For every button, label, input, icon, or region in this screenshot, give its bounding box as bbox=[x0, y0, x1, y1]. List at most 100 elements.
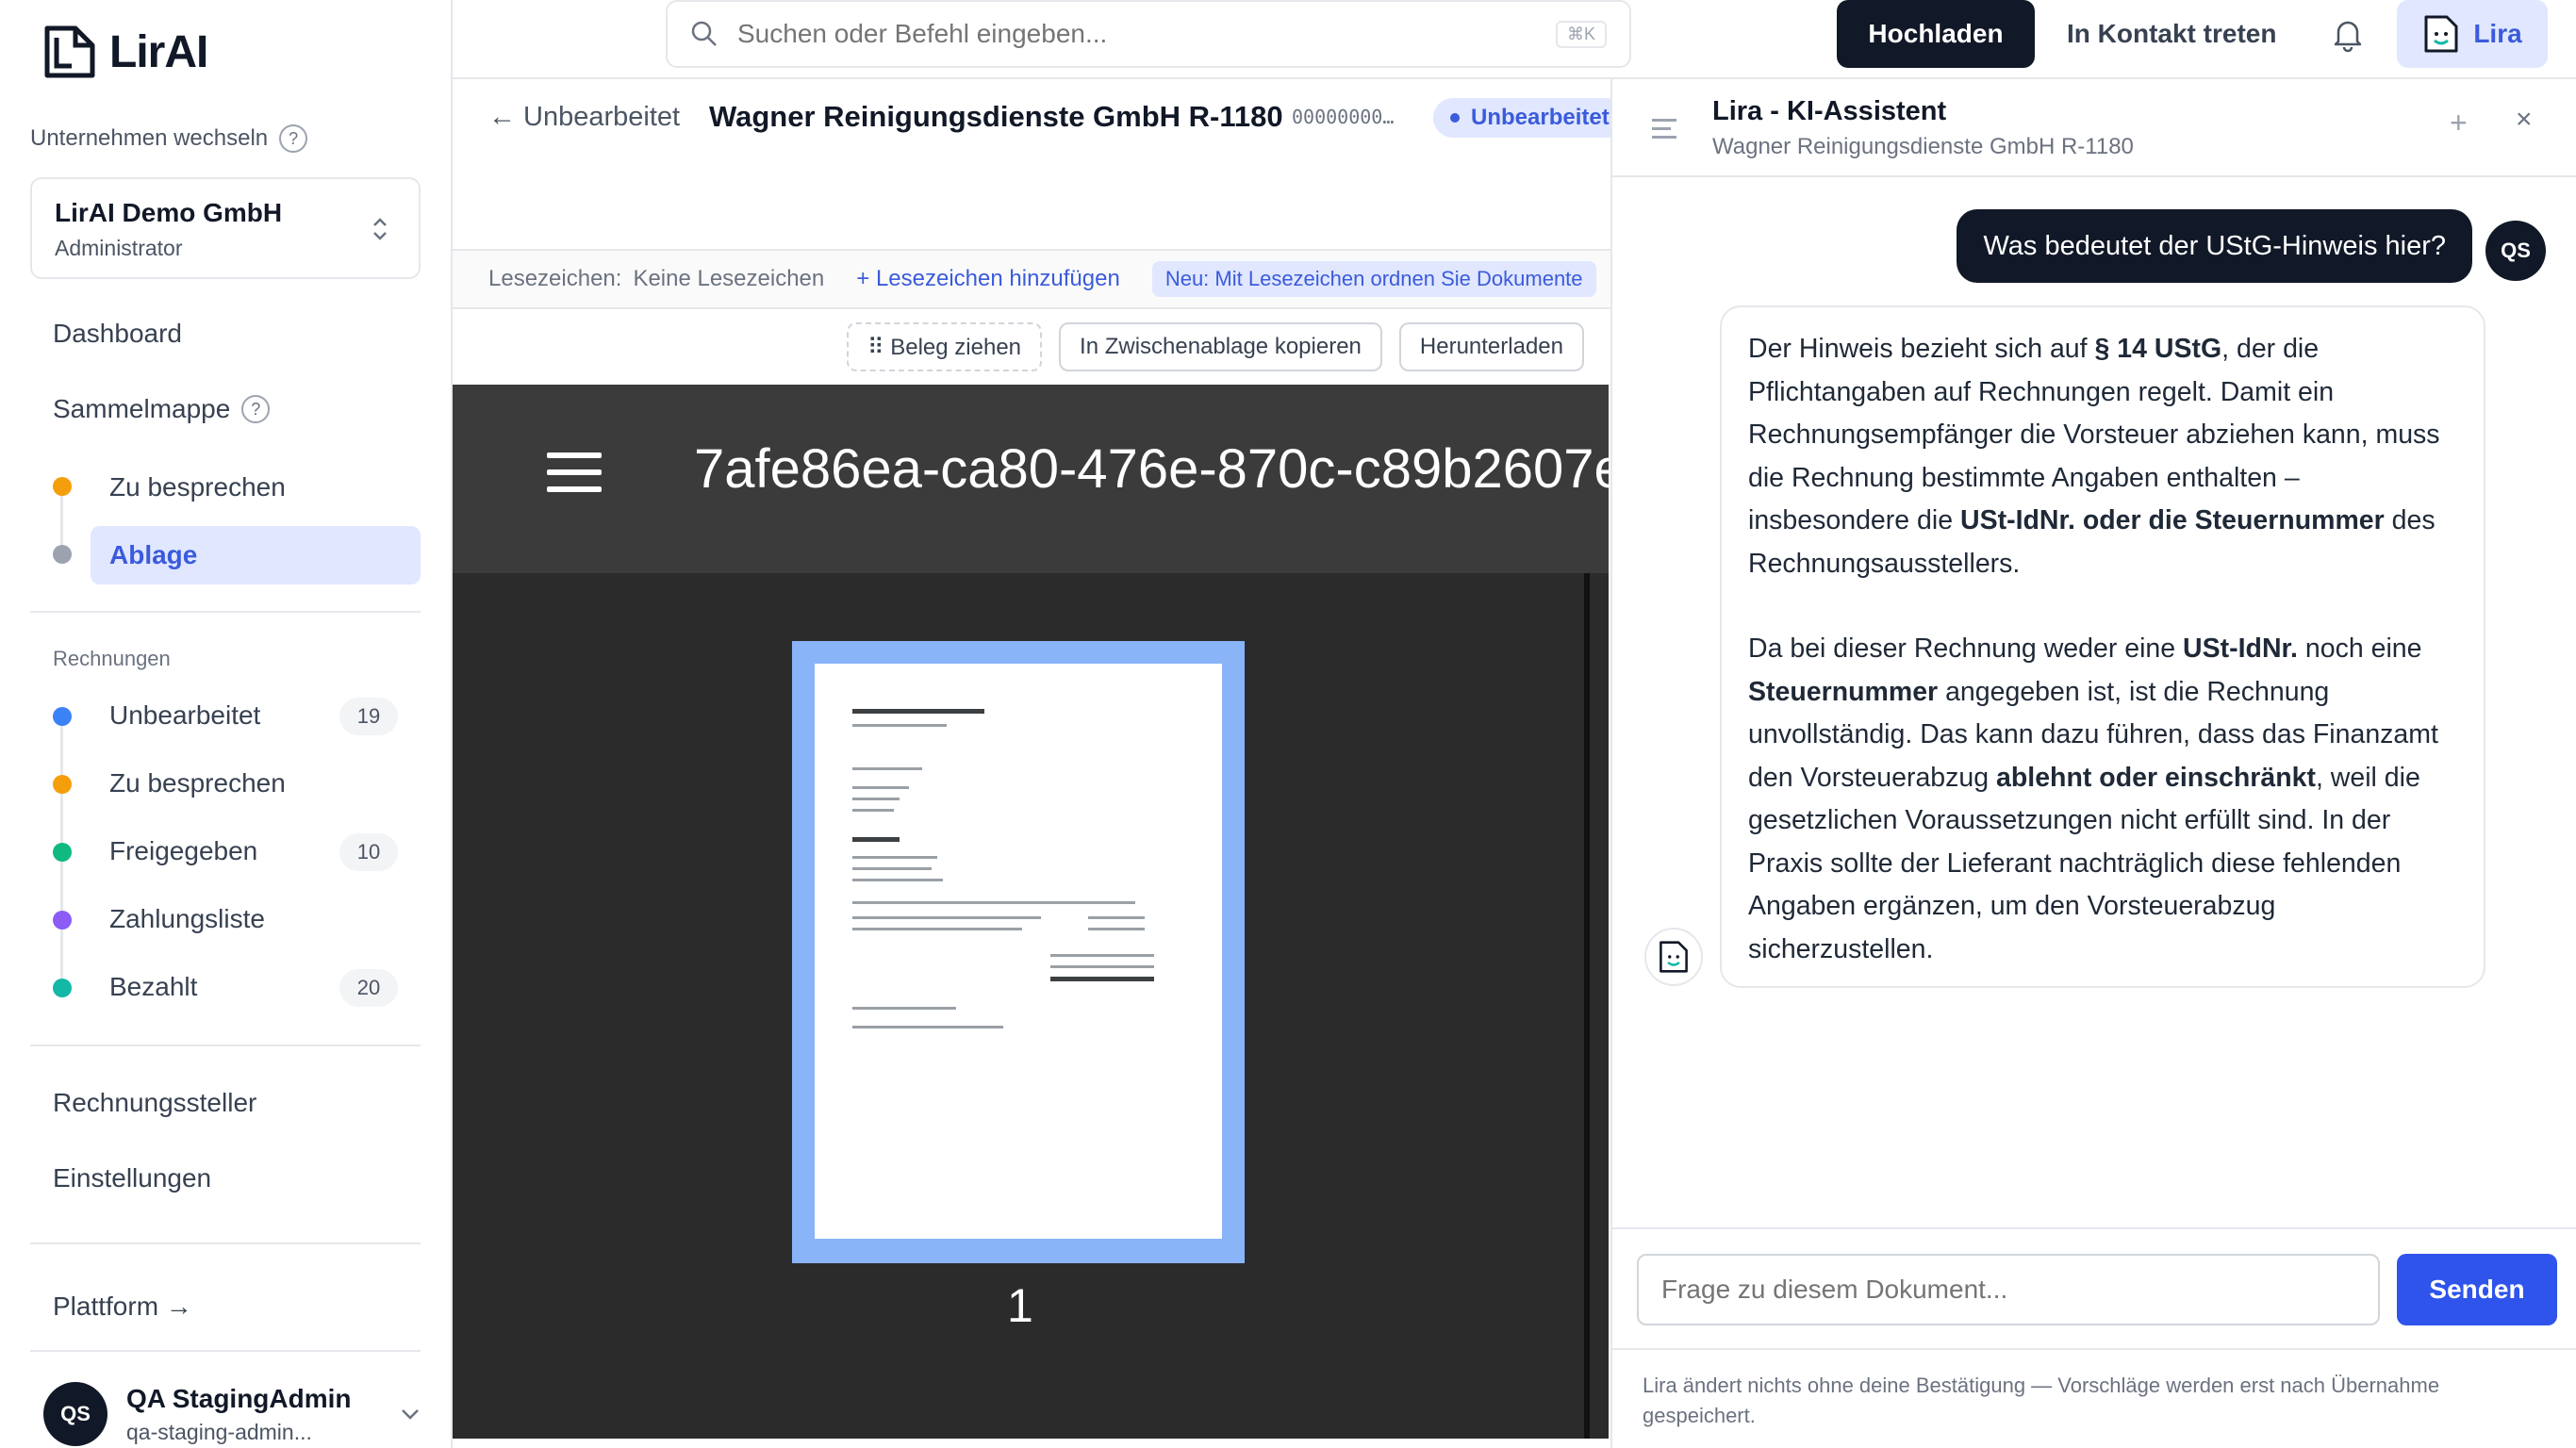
lira-button[interactable]: Lira bbox=[2397, 0, 2548, 68]
section-invoices: Rechnungen bbox=[53, 647, 171, 670]
nav-collection[interactable]: Sammelmappe ? bbox=[53, 394, 271, 424]
logo-icon bbox=[44, 25, 95, 78]
user-message: Was bedeutet der UStG-Hinweis hier? bbox=[1957, 209, 2472, 283]
top-bar: ⌘K Hochladen In Kontakt treten Lira bbox=[453, 0, 2576, 79]
answer-emphasis: § 14 UStG bbox=[2094, 334, 2222, 364]
user-menu[interactable]: QS QA StagingAdmin qa-staging-admin... bbox=[43, 1382, 421, 1446]
avatar: QS bbox=[43, 1382, 107, 1446]
status-dot-review bbox=[53, 477, 72, 496]
close-icon[interactable]: × bbox=[2516, 104, 2533, 136]
app-root: LirAI Unternehmen wechseln ? LirAI Demo … bbox=[0, 0, 2576, 1448]
new-chat-icon[interactable]: + bbox=[2450, 106, 2468, 140]
company-role: Administrator bbox=[55, 236, 183, 260]
lira-button-label: Lira bbox=[2473, 19, 2522, 48]
search-input[interactable] bbox=[737, 19, 1537, 49]
answer-emphasis: Steuernummer bbox=[1748, 676, 1939, 707]
status-dot-paid bbox=[53, 979, 72, 997]
divider bbox=[30, 611, 421, 613]
invoice-item-label: Freigegeben bbox=[109, 836, 258, 865]
chat-input[interactable] bbox=[1637, 1254, 2380, 1325]
document-toolbar: ⠿ Beleg ziehen In Zwischenablage kopiere… bbox=[453, 311, 1610, 383]
assistant-avatar bbox=[1644, 928, 1703, 986]
copy-to-clipboard-button[interactable]: In Zwischenablage kopieren bbox=[1059, 322, 1382, 371]
nav-settings[interactable]: Einstellungen bbox=[53, 1163, 211, 1193]
menu-icon[interactable] bbox=[547, 452, 602, 492]
answer-paragraph-1: Der Hinweis bezieht sich auf § 14 UStG, … bbox=[1748, 328, 2457, 585]
answer-text: Da bei dieser Rechnung weder eine bbox=[1748, 634, 2184, 664]
page-preview bbox=[815, 664, 1222, 1239]
divider bbox=[30, 1242, 421, 1244]
status-dot-approved bbox=[53, 843, 72, 862]
switch-company-label: Unternehmen wechseln ? bbox=[30, 124, 308, 153]
history-icon[interactable] bbox=[1652, 119, 1676, 144]
shortcut-hint: ⌘K bbox=[1555, 20, 1607, 48]
divider bbox=[30, 1350, 421, 1352]
chevron-down-icon bbox=[401, 1409, 419, 1420]
bell-icon[interactable] bbox=[2329, 15, 2367, 53]
help-icon[interactable]: ? bbox=[279, 124, 308, 153]
bookmark-hint-badge: Neu: Mit Lesezeichen ordnen Sie Dokument… bbox=[1151, 261, 1596, 297]
lira-disclaimer: Lira ändert nichts ohne deine Bestätigun… bbox=[1612, 1348, 2576, 1448]
bookmarks-label: Lesezeichen: bbox=[488, 266, 622, 291]
switch-company-text: Unternehmen wechseln bbox=[30, 125, 269, 151]
lira-face-icon bbox=[1660, 941, 1688, 973]
send-button[interactable]: Senden bbox=[2397, 1254, 2557, 1325]
status-dot-archive bbox=[53, 545, 72, 564]
user-name: QA StagingAdmin bbox=[126, 1383, 352, 1413]
bookmark-bar: Lesezeichen: Keine Lesezeichen + Lesezei… bbox=[453, 249, 1610, 309]
collection-item-archive[interactable]: Ablage bbox=[91, 526, 421, 584]
user-email: qa-staging-admin... bbox=[126, 1419, 312, 1444]
lira-title: Lira - KI-Assistent bbox=[1712, 96, 1947, 126]
answer-paragraph-2: Da bei dieser Rechnung weder eine USt-Id… bbox=[1748, 628, 2457, 971]
logo[interactable]: LirAI bbox=[43, 25, 208, 79]
status-badge[interactable]: Unbearbeitet bbox=[1433, 98, 1627, 138]
answer-text: noch eine bbox=[2297, 634, 2422, 664]
company-switcher[interactable]: LirAI Demo GmbH Administrator bbox=[30, 177, 421, 279]
download-button[interactable]: Herunterladen bbox=[1398, 322, 1584, 371]
bookmarks-empty: Keine Lesezeichen bbox=[633, 266, 825, 291]
invoice-item-payment-list[interactable]: Zahlungsliste bbox=[91, 890, 421, 948]
answer-text: Der Hinweis bezieht sich auf bbox=[1748, 334, 2095, 364]
back-link[interactable]: ← Unbearbeitet bbox=[488, 102, 680, 133]
status-dot-payment-list bbox=[53, 911, 72, 930]
search-icon bbox=[691, 21, 717, 46]
invoice-item-label: Zahlungsliste bbox=[109, 904, 265, 933]
lira-panel: Lira - KI-Assistent Wagner Reinigungsdie… bbox=[1610, 79, 2576, 1448]
page-thumbnail[interactable] bbox=[792, 641, 1245, 1263]
drag-receipt-button[interactable]: ⠿ Beleg ziehen bbox=[847, 322, 1043, 371]
answer-emphasis: USt-IdNr. bbox=[2183, 634, 2298, 664]
pdf-viewer: 7afe86ea-ca80-476e-870c-c89b2607e5 1 bbox=[453, 385, 1609, 1439]
collection-item-review[interactable]: Zu besprechen bbox=[91, 458, 421, 517]
invoice-item-review[interactable]: Zu besprechen bbox=[91, 754, 421, 813]
upload-button[interactable]: Hochladen bbox=[1837, 0, 2035, 68]
nav-dashboard[interactable]: Dashboard bbox=[53, 319, 182, 349]
lira-header: Lira - KI-Assistent Wagner Reinigungsdie… bbox=[1612, 79, 2576, 177]
lira-subtitle: Wagner Reinigungsdienste GmbH R-1180 bbox=[1712, 134, 2134, 159]
chat-input-area: Senden bbox=[1612, 1227, 2576, 1348]
document-header: ← Unbearbeitet Wagner Reinigungsdienste … bbox=[453, 81, 1627, 251]
help-icon[interactable]: ? bbox=[241, 395, 271, 423]
nav-issuers[interactable]: Rechnungssteller bbox=[53, 1088, 256, 1118]
count-badge: 10 bbox=[339, 833, 398, 871]
logo-text: LirAI bbox=[109, 26, 208, 77]
search-bar[interactable]: ⌘K bbox=[666, 0, 1631, 68]
document-title: Wagner Reinigungsdienste GmbH R-1180 bbox=[709, 100, 1283, 133]
status-dot-review bbox=[53, 775, 72, 794]
assistant-message: Der Hinweis bezieht sich auf § 14 UStG, … bbox=[1720, 305, 2485, 988]
invoice-item-label: Unbearbeitet bbox=[109, 700, 261, 730]
viewer-toolbar: 7afe86ea-ca80-476e-870c-c89b2607e5 bbox=[453, 385, 1609, 573]
answer-emphasis: ablehnt oder einschränkt bbox=[1996, 762, 2316, 793]
sidebar: LirAI Unternehmen wechseln ? LirAI Demo … bbox=[0, 0, 453, 1448]
scrollbar[interactable] bbox=[1584, 573, 1590, 1439]
user-info: QA StagingAdmin qa-staging-admin... bbox=[126, 1384, 352, 1445]
count-badge: 19 bbox=[339, 698, 398, 735]
document-id[interactable]: 00000000… bbox=[1292, 106, 1394, 128]
nav-collection-label: Sammelmappe bbox=[53, 394, 231, 423]
contact-button[interactable]: In Kontakt treten bbox=[2056, 0, 2287, 68]
nav-platform[interactable]: Plattform → bbox=[53, 1292, 192, 1322]
viewer-file-title: 7afe86ea-ca80-476e-870c-c89b2607e5 bbox=[694, 438, 1609, 500]
add-bookmark-link[interactable]: + Lesezeichen hinzufügen bbox=[856, 266, 1120, 292]
lira-face-icon bbox=[2424, 15, 2458, 53]
page-number-text: 1 bbox=[1007, 1279, 1033, 1332]
company-name: LirAI Demo GmbH bbox=[55, 198, 283, 227]
